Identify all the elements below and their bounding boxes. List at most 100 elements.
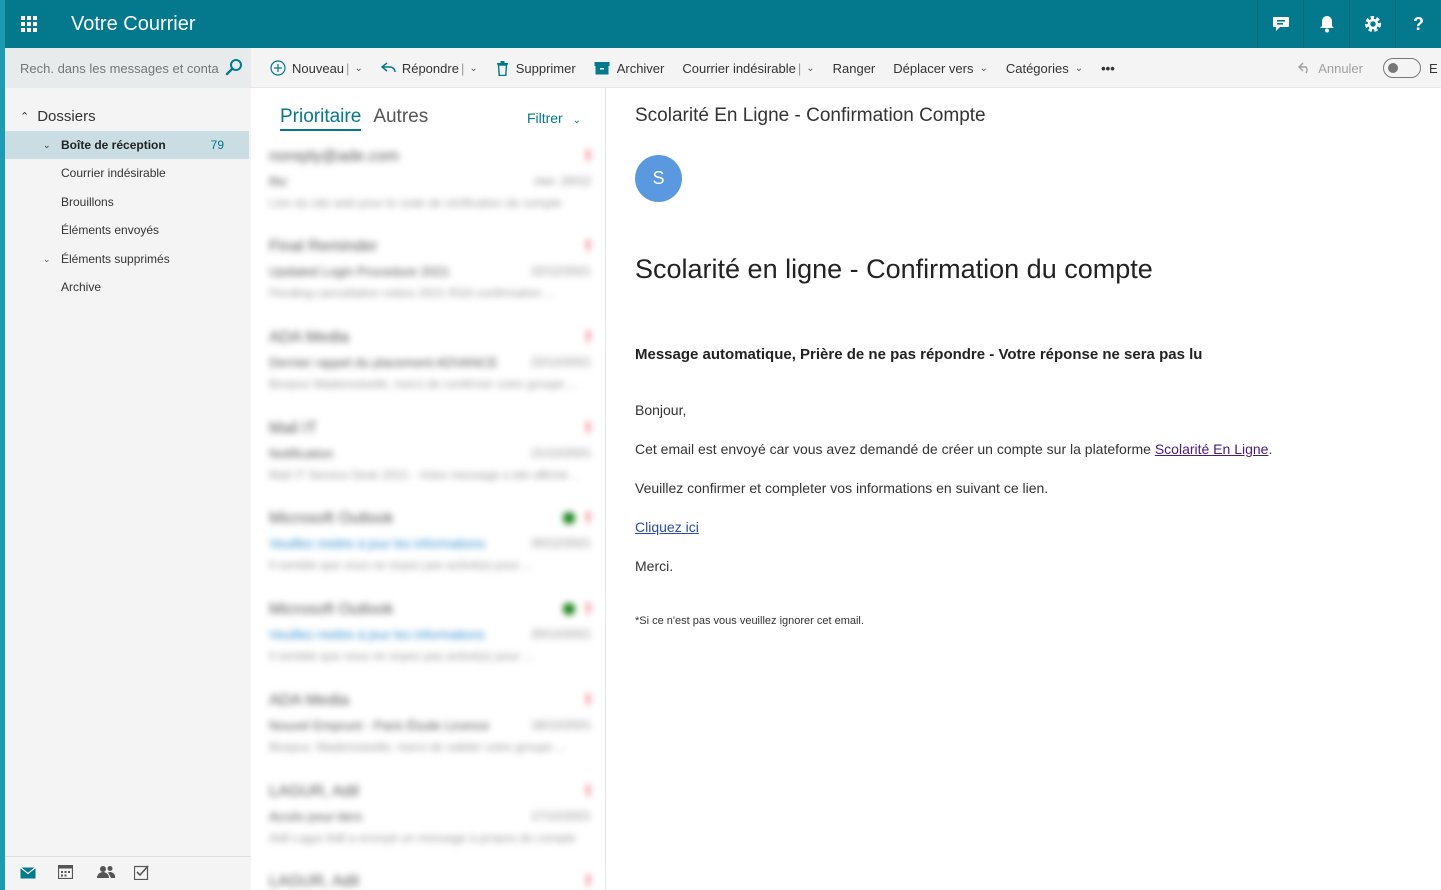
- folder-drafts[interactable]: Brouillons: [5, 188, 249, 216]
- list-item[interactable]: noreply@ade.com ! Re: mer. 20/12 Lien du…: [251, 138, 605, 228]
- message-sender: ADA Media: [269, 329, 350, 346]
- trash-icon: [496, 60, 508, 76]
- message-sender: LAGUR, Adil: [269, 783, 359, 800]
- notifications-button[interactable]: [1303, 0, 1349, 48]
- message-subject: Dernier rappel du placement ADVANCE: [269, 355, 498, 370]
- command-bar: Nouveau | ⌄ Répondre | ⌄ Supprimer Archi…: [5, 48, 1441, 88]
- message-list: Prioritaire Autres Filtrer ⌄ noreply@ade…: [251, 88, 606, 890]
- chevron-down-icon: ⌄: [572, 115, 581, 126]
- list-item[interactable]: Final Reminder ! Updated Login Procedure…: [251, 228, 605, 318]
- archive-icon: [594, 62, 610, 75]
- settings-button[interactable]: [1349, 0, 1395, 48]
- message-date: 22/12/2021: [530, 264, 591, 278]
- categories-button[interactable]: Catégories ⌄: [1006, 61, 1083, 76]
- flag-icon[interactable]: !: [586, 783, 591, 801]
- message-date: mer. 20/12: [534, 174, 591, 188]
- chevron-down-icon[interactable]: ⌄: [469, 63, 477, 74]
- help-icon: ?: [1413, 13, 1424, 34]
- list-item[interactable]: ADA Media ! Dernier rappel du placement …: [251, 319, 605, 409]
- message-subject: Veuillez mettre à jour les informations: [269, 627, 486, 642]
- body-text: Cet email est envoyé car vous avez deman…: [635, 441, 1155, 457]
- module-switcher: [5, 856, 251, 890]
- reply-button[interactable]: Répondre | ⌄: [380, 61, 478, 76]
- flag-icon[interactable]: !: [586, 329, 591, 347]
- delete-label: Supprimer: [515, 60, 576, 76]
- list-item[interactable]: Microsoft Outlook ! Veuillez mettre à jo…: [251, 500, 605, 590]
- app-launcher-button[interactable]: [5, 0, 52, 48]
- message-subject: Nouvel Emprunt - Paris Étude Licence: [269, 718, 490, 733]
- category-dot: [563, 603, 575, 615]
- move-to-label: Déplacer vers: [893, 60, 974, 76]
- flag-icon[interactable]: !: [586, 510, 591, 528]
- list-item[interactable]: Mail IT ! Notification 21/12/2021 Mail I…: [251, 410, 605, 500]
- folder-pane: ⌃ Dossiers ⌄ Boîte de réception 79 Courr…: [5, 88, 251, 890]
- message-sender: noreply@ade.com: [269, 148, 400, 165]
- message-sender: Microsoft Outlook: [269, 510, 394, 527]
- message-sender: Microsoft Outlook: [269, 601, 394, 618]
- mail-module-button[interactable]: [20, 866, 58, 882]
- message-sender: Final Reminder: [269, 238, 378, 255]
- list-item[interactable]: LAGUR, Adil ! Accès pour tiers 17/12/202…: [251, 773, 605, 863]
- tab-other[interactable]: Autres: [373, 106, 428, 131]
- plus-circle-icon: [270, 60, 286, 76]
- message-date: 22/12/2021: [530, 355, 591, 369]
- tab-focused[interactable]: Prioritaire: [280, 106, 362, 131]
- move-to-button[interactable]: Déplacer vers ⌄: [893, 61, 988, 76]
- more-actions-button[interactable]: •••: [1101, 61, 1115, 76]
- auto-notice: Message automatique, Prière de ne pas ré…: [635, 346, 1203, 363]
- chevron-down-icon[interactable]: ⌄: [43, 254, 51, 265]
- chevron-down-icon[interactable]: ⌄: [354, 63, 362, 74]
- flag-icon[interactable]: !: [586, 420, 591, 438]
- chevron-down-icon[interactable]: ⌄: [43, 140, 51, 151]
- message-preview: Pending cancellation notice 2021 RSA con…: [269, 286, 555, 300]
- chat-button[interactable]: [1257, 0, 1303, 48]
- list-item[interactable]: ADA Media ! Nouvel Emprunt - Paris Étude…: [251, 682, 605, 772]
- people-module-button[interactable]: [96, 865, 134, 882]
- chevron-down-icon[interactable]: ⌄: [806, 63, 814, 74]
- delete-button[interactable]: Supprimer: [496, 60, 576, 76]
- search-input[interactable]: [20, 60, 220, 76]
- chevron-down-icon: ⌄: [979, 62, 988, 74]
- sweep-label: Ranger: [832, 60, 876, 76]
- search-icon[interactable]: [225, 58, 243, 76]
- message-date: 20/12/2021: [530, 627, 591, 641]
- gear-icon: [1364, 16, 1381, 32]
- new-button[interactable]: Nouveau | ⌄: [270, 60, 363, 76]
- footnote: *Si ce n'est pas vous veuillez ignorer c…: [635, 615, 864, 627]
- mail-icon: [20, 866, 36, 878]
- message-date: 17/12/2021: [530, 809, 591, 823]
- message-subject: Re:: [269, 174, 290, 189]
- toggle-switch[interactable]: [1383, 58, 1421, 78]
- calendar-module-button[interactable]: [57, 864, 96, 882]
- click-here-link[interactable]: Cliquez ici: [635, 519, 699, 535]
- folders-header[interactable]: ⌃ Dossiers: [20, 108, 96, 125]
- flag-icon[interactable]: !: [586, 148, 591, 166]
- folder-archive[interactable]: Archive: [5, 273, 249, 301]
- flag-icon[interactable]: !: [586, 601, 591, 619]
- avatar[interactable]: S: [635, 155, 682, 202]
- list-item[interactable]: Microsoft Outlook ! Veuillez mettre à jo…: [251, 591, 605, 681]
- flag-icon[interactable]: !: [586, 692, 591, 710]
- people-icon: [97, 866, 116, 878]
- sweep-button[interactable]: Ranger: [833, 61, 876, 76]
- folder-sent[interactable]: Éléments envoyés: [5, 216, 249, 244]
- flag-icon[interactable]: !: [586, 873, 591, 890]
- flag-icon[interactable]: !: [586, 238, 591, 256]
- help-button[interactable]: ?: [1395, 0, 1441, 48]
- junk-button[interactable]: Courrier indésirable | ⌄: [682, 61, 814, 76]
- bell-icon: [1319, 16, 1334, 33]
- more-icon: •••: [1101, 60, 1115, 76]
- platform-link[interactable]: Scolarité En Ligne: [1155, 441, 1269, 457]
- message-sender: LAGUR, Adil: [269, 873, 359, 890]
- folder-junk[interactable]: Courrier indésirable: [5, 159, 249, 187]
- tasks-module-button[interactable]: [133, 864, 172, 883]
- folder-inbox[interactable]: ⌄ Boîte de réception 79: [5, 131, 249, 159]
- thanks: Merci.: [635, 558, 674, 574]
- folder-label: Boîte de réception: [61, 138, 166, 152]
- message-date: 18/12/2021: [530, 718, 591, 732]
- filter-button[interactable]: Filtrer ⌄: [527, 110, 581, 126]
- folder-deleted[interactable]: ⌄ Éléments supprimés: [5, 245, 249, 273]
- list-item[interactable]: LAGUR, Adil !: [251, 863, 605, 890]
- archive-button[interactable]: Archiver: [594, 61, 664, 76]
- undo-button[interactable]: Annuler: [1298, 61, 1363, 76]
